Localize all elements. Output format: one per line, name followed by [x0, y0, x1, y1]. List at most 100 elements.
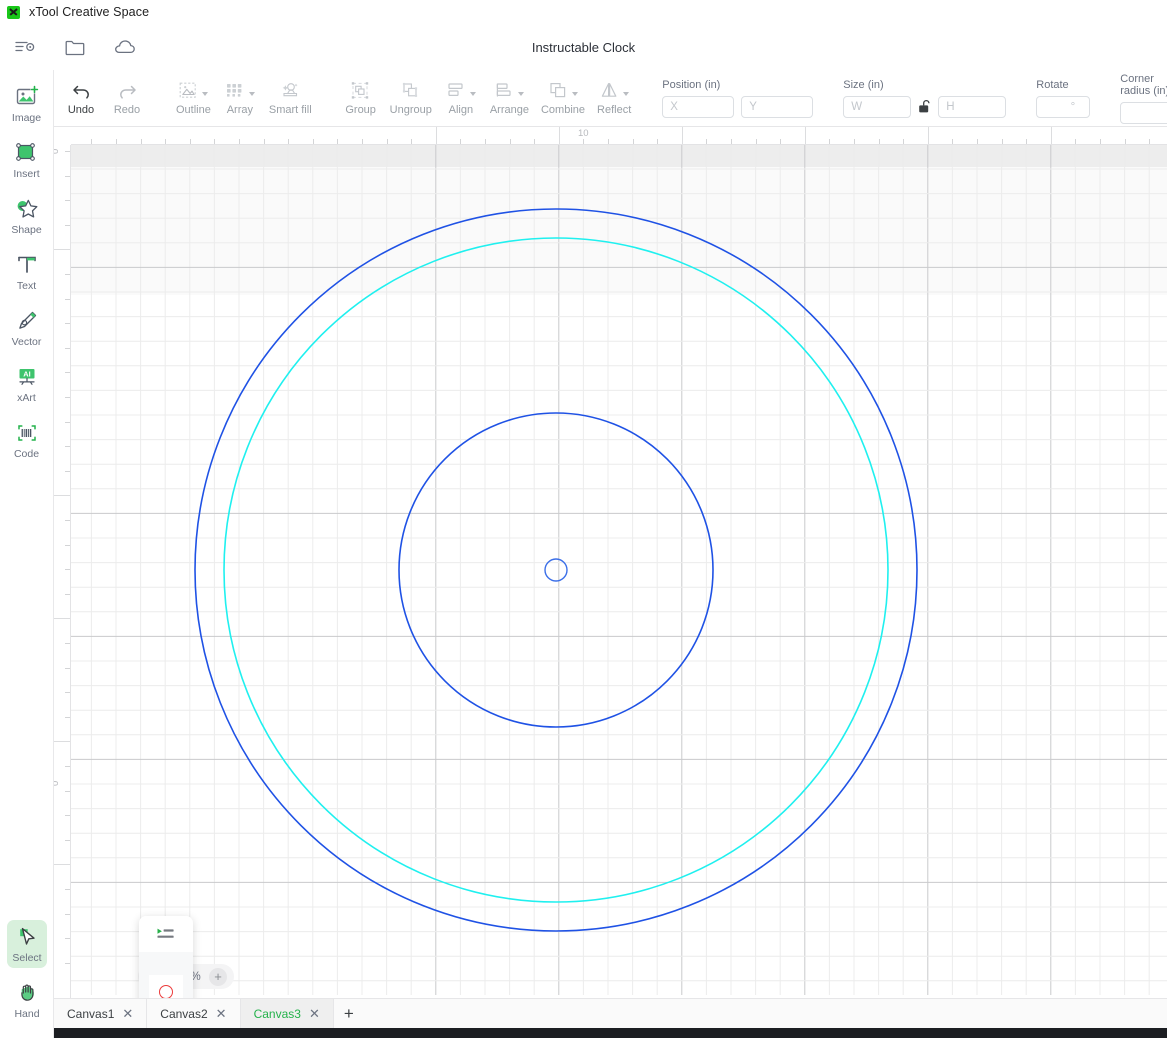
ruler-label-v: 0: [54, 149, 61, 154]
combine-button[interactable]: Combine: [535, 73, 591, 123]
close-x-icon[interactable]: ✕: [122, 1007, 133, 1020]
menu-list-icon[interactable]: [10, 33, 40, 61]
position-field-group: Position (in): [653, 70, 822, 126]
unlocked-padlock-icon[interactable]: [918, 99, 931, 114]
ruler-tick: [65, 347, 70, 349]
artwork-layer[interactable]: [71, 145, 1167, 995]
redo-button[interactable]: Redo: [104, 73, 150, 123]
position-x-input[interactable]: [662, 95, 735, 118]
tab-canvas2[interactable]: Canvas2 ✕: [147, 999, 241, 1028]
ungroup-icon: [400, 80, 422, 101]
combine-label: Combine: [540, 104, 586, 116]
star-shape-icon: [14, 196, 40, 222]
rail-item-text[interactable]: Text: [0, 244, 54, 300]
rail-bottom-group: Select Hand: [0, 916, 54, 1028]
add-canvas-button[interactable]: +: [334, 999, 364, 1028]
arrange-icon: [494, 80, 525, 101]
rail-item-insert[interactable]: Insert: [0, 132, 54, 188]
ruler-tick: [1075, 139, 1077, 144]
ruler-tick: [54, 864, 70, 866]
rail-item-code[interactable]: Code: [0, 412, 54, 468]
array-button[interactable]: Array: [217, 73, 263, 123]
ungroup-button[interactable]: Ungroup: [384, 73, 438, 123]
undo-label: Undo: [67, 104, 95, 116]
ruler-tick: [54, 618, 70, 620]
close-x-icon[interactable]: ✕: [216, 1007, 227, 1020]
cursor-arrow-icon: [14, 924, 40, 950]
canvas-plate[interactable]: [71, 145, 1167, 998]
cloud-icon[interactable]: [110, 33, 140, 61]
tab-canvas3[interactable]: Canvas3 ✕: [240, 999, 334, 1028]
reflect-caret-icon: [623, 92, 630, 96]
rail-item-vector[interactable]: Vector: [0, 300, 54, 356]
rail-item-shape[interactable]: Shape: [0, 188, 54, 244]
rail-item-xart[interactable]: AI xArt: [0, 356, 54, 412]
ruler-tick: [65, 766, 70, 767]
position-y-input[interactable]: [741, 95, 814, 118]
zoom-in-button[interactable]: +: [209, 967, 227, 986]
corner-radius-input[interactable]: [1120, 101, 1167, 124]
ruler-tick: [706, 139, 708, 144]
ruler-tick: [632, 139, 634, 144]
ruler-tick: [165, 139, 167, 144]
swatch-red-outline[interactable]: [149, 975, 183, 998]
ruler-tick: [189, 139, 191, 144]
group-button[interactable]: Group: [338, 73, 384, 123]
ruler-tick: [65, 470, 70, 472]
document-title: Instructable Clock: [531, 39, 636, 55]
ruler-tick: [977, 139, 978, 144]
red-ring-icon: [159, 985, 173, 998]
align-icon: [446, 80, 476, 101]
outline-button[interactable]: Outline: [170, 73, 217, 123]
rail-item-select[interactable]: Select: [0, 916, 54, 972]
reflect-button[interactable]: Reflect: [591, 73, 637, 123]
app-title: xTool Creative Space: [29, 5, 150, 19]
smart-fill-label: Smart fill: [268, 104, 312, 116]
smart-fill-button[interactable]: Smart fill: [263, 73, 318, 123]
size-height-input[interactable]: [938, 95, 1007, 118]
combine-icon: [548, 80, 578, 101]
rail-item-hand[interactable]: Hand: [0, 972, 54, 1028]
ruler-tick: [65, 421, 70, 423]
ruler-tick: [878, 139, 880, 144]
horizontal-ruler[interactable]: 10: [66, 127, 1167, 145]
vertical-ruler[interactable]: 00: [54, 127, 71, 998]
ruler-tick: [435, 127, 437, 144]
ruler-tick: [65, 815, 70, 817]
size-width-input[interactable]: [843, 95, 912, 118]
tab-label: Canvas2: [160, 1006, 208, 1021]
ruler-tick: [386, 139, 388, 144]
ruler-tick: [65, 790, 70, 792]
align-button[interactable]: Align: [438, 73, 484, 123]
canvas-area[interactable]: 10 00: [54, 127, 1167, 998]
ruler-tick: [65, 151, 70, 152]
canvas-tab-strip: Canvas1 ✕ Canvas2 ✕ Canvas3 ✕ +: [54, 998, 1167, 1028]
ruler-tick: [65, 372, 70, 374]
rotate-input[interactable]: [1036, 95, 1091, 118]
xtool-logo-icon: [7, 5, 20, 19]
toolbar-group-edit: Outline Array Smart fill: [166, 70, 322, 126]
reflect-label: Reflect: [597, 104, 632, 116]
ruler-tick: [1124, 139, 1126, 144]
close-x-icon[interactable]: ✕: [309, 1007, 320, 1020]
ruler-tick: [140, 139, 142, 144]
ruler-tick: [952, 139, 954, 144]
tab-canvas1[interactable]: Canvas1 ✕: [54, 999, 148, 1028]
barcode-icon: [14, 420, 40, 446]
ruler-tick: [116, 139, 117, 144]
folder-icon[interactable]: [60, 33, 90, 61]
ruler-tick: [263, 139, 265, 144]
ruler-tick: [65, 643, 70, 644]
undo-button[interactable]: Undo: [58, 73, 104, 123]
ruler-tick: [460, 139, 462, 144]
arrange-button[interactable]: Arrange: [484, 73, 535, 123]
ruler-tick: [731, 139, 732, 144]
redo-arrow-icon: [117, 80, 138, 101]
ruler-tick: [1050, 127, 1052, 144]
layers-list-play-icon[interactable]: [139, 916, 193, 952]
ungroup-label: Ungroup: [389, 104, 432, 116]
ruler-tick: [509, 139, 511, 144]
layers-popover[interactable]: [139, 916, 193, 998]
rail-item-image[interactable]: Image: [0, 76, 54, 132]
ruler-tick: [1026, 139, 1028, 144]
